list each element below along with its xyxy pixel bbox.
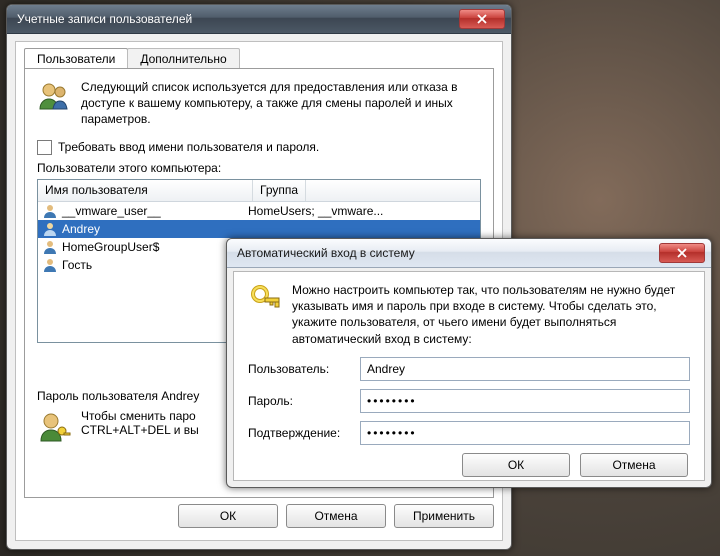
require-login-label: Требовать ввод имени пользователя и паро…	[58, 140, 319, 154]
users-list-label: Пользователи этого компьютера:	[37, 161, 481, 175]
key-user-icon	[37, 409, 71, 443]
user-icon	[42, 203, 58, 219]
user-icon	[42, 239, 58, 255]
confirm-label: Подтверждение:	[248, 426, 360, 440]
list-header: Имя пользователя Группа	[38, 180, 480, 202]
dialog-intro-text: Можно настроить компьютер так, что польз…	[292, 282, 690, 347]
user-input[interactable]: Andrey	[360, 357, 690, 381]
close-icon	[676, 248, 688, 258]
main-ok-button[interactable]: ОК	[178, 504, 278, 528]
dialog-title: Автоматический вход в систему	[237, 246, 659, 260]
require-login-checkbox[interactable]	[37, 140, 52, 155]
main-close-button[interactable]	[459, 9, 505, 29]
tab-users[interactable]: Пользователи	[24, 48, 128, 70]
user-label: Пользователь:	[248, 362, 360, 376]
column-group[interactable]: Группа	[253, 180, 306, 201]
password-input[interactable]: ••••••••	[360, 389, 690, 413]
password-hint-text: Чтобы сменить паро CTRL+ALT+DEL и вы	[81, 409, 199, 437]
main-window-title: Учетные записи пользователей	[17, 12, 459, 26]
dialog-client: Можно настроить компьютер так, что польз…	[233, 271, 705, 481]
key-icon	[248, 282, 282, 347]
user-icon	[42, 257, 58, 273]
password-label: Пароль:	[248, 394, 360, 408]
main-titlebar[interactable]: Учетные записи пользователей	[7, 5, 511, 34]
main-cancel-button[interactable]: Отмена	[286, 504, 386, 528]
dialog-ok-button[interactable]: ОК	[462, 453, 570, 477]
close-icon	[476, 14, 488, 24]
confirm-input[interactable]: ••••••••	[360, 421, 690, 445]
intro-text: Следующий список используется для предос…	[81, 79, 481, 128]
column-name[interactable]: Имя пользователя	[38, 180, 253, 201]
tab-advanced[interactable]: Дополнительно	[127, 48, 239, 70]
dialog-close-button[interactable]	[659, 243, 705, 263]
main-button-bar: ОК Отмена Применить	[24, 500, 494, 532]
list-item[interactable]: __vmware_user__ HomeUsers; __vmware...	[38, 202, 480, 220]
user-icon	[42, 221, 58, 237]
list-item-selected[interactable]: Andrey	[38, 220, 480, 238]
dialog-cancel-button[interactable]: Отмена	[580, 453, 688, 477]
dialog-titlebar[interactable]: Автоматический вход в систему	[227, 239, 711, 268]
tab-strip: Пользователи Дополнительно	[24, 48, 502, 70]
users-icon	[37, 79, 71, 113]
autologon-dialog: Автоматический вход в систему Можно наст…	[226, 238, 712, 488]
main-apply-button[interactable]: Применить	[394, 504, 494, 528]
